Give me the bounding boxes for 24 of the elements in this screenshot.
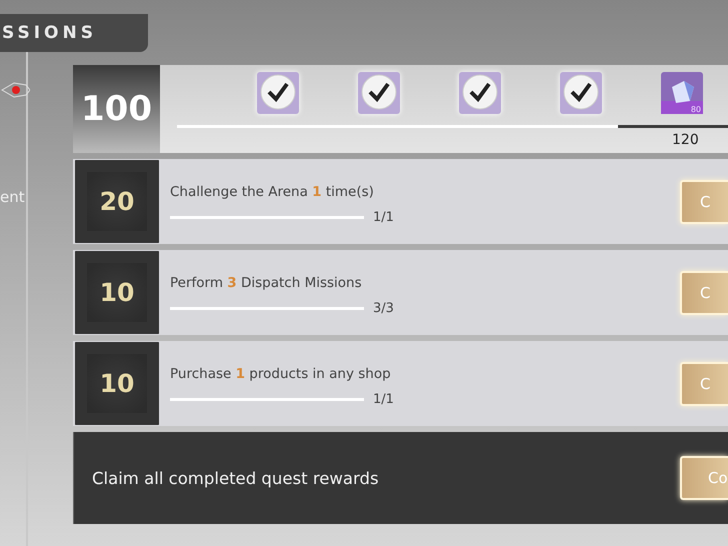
gem-amount: 80 bbox=[690, 105, 701, 114]
reward-points: 20 bbox=[100, 187, 134, 216]
score-value: 100 bbox=[81, 89, 152, 129]
claim-all-text: Claim all completed quest rewards bbox=[91, 468, 380, 488]
claim-button[interactable]: C bbox=[680, 180, 728, 224]
sidebar-label[interactable]: ent bbox=[0, 188, 25, 206]
reward-check-icon[interactable] bbox=[256, 71, 300, 115]
reward-points: 10 bbox=[100, 369, 134, 398]
reward-points: 10 bbox=[100, 278, 134, 307]
quest-title: Purchase 1 products in any shop bbox=[170, 366, 392, 382]
reward-check-icon[interactable] bbox=[357, 71, 401, 115]
milestone-end-label: 120 bbox=[672, 132, 699, 148]
quest-count: 3/3 bbox=[373, 301, 394, 316]
reward-check-icon[interactable] bbox=[458, 71, 502, 115]
header-title: SSIONS bbox=[2, 23, 97, 43]
gem-reward[interactable]: 80 bbox=[660, 71, 704, 115]
claim-button[interactable]: C bbox=[680, 270, 728, 314]
claim-button[interactable]: C bbox=[680, 362, 728, 406]
reward-check-icon[interactable] bbox=[559, 71, 603, 115]
quest-title: Perform 3 Dispatch Missions bbox=[170, 275, 363, 291]
quest-count: 1/1 bbox=[373, 210, 394, 225]
quest-title: Challenge the Arena 1 time(s) bbox=[170, 184, 375, 200]
quest-count: 1/1 bbox=[373, 392, 394, 407]
claim-all-button[interactable]: Co bbox=[680, 456, 728, 500]
